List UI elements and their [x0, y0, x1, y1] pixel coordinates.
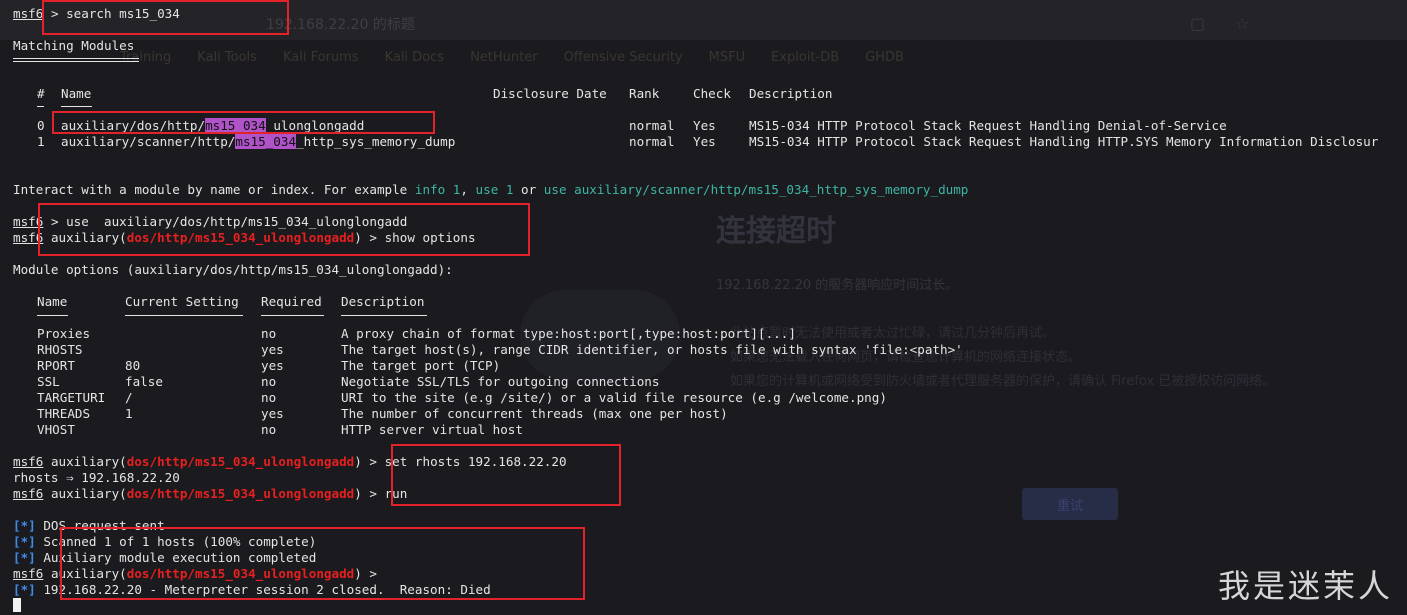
table-row-num: 0: [37, 118, 45, 133]
table-row-description: MS15-034 HTTP Protocol Stack Request Han…: [749, 134, 1379, 149]
ghost-bookmarks-bar: Training Kali Tools Kali Forums Kali Doc…: [120, 50, 904, 65]
status-line: [*] DOS request sent: [13, 518, 165, 533]
table-row-module[interactable]: auxiliary/dos/http/ms15_034_ulonglongadd: [61, 118, 364, 133]
option-description: The target host(s), range CIDR identifie…: [341, 342, 963, 357]
option-name: SSL: [37, 374, 60, 389]
ghost-error-message: 192.168.22.20 的服务器响应时间过长。: [716, 278, 959, 293]
matching-modules-title: Matching Modules: [13, 38, 135, 53]
option-name: TARGETURI: [37, 390, 106, 405]
option-name: Proxies: [37, 326, 91, 341]
option-setting: /: [125, 390, 133, 405]
search-command-line: msf6 > search ms15_034: [13, 6, 180, 22]
prompt: msf6: [13, 6, 44, 21]
ghost-error-tips: 此站点暂时无法使用或者太过忙碌，请过几分钟后再试。 如果您无法载入任何网页，请检…: [730, 322, 1275, 394]
option-name: RHOSTS: [37, 342, 83, 357]
hint-use-command: use 1: [475, 182, 514, 197]
set-rhosts-line: msf6 auxiliary(dos/http/ms15_034_ulonglo…: [13, 454, 567, 469]
table-header-check: Check: [693, 86, 731, 101]
option-setting: 1: [125, 406, 133, 421]
options-header-required: Required: [261, 294, 322, 309]
ghost-bookmark: Exploit-DB: [771, 50, 840, 65]
option-name: THREADS: [37, 406, 91, 421]
title-underline: [13, 58, 139, 59]
header-rule: [37, 106, 44, 107]
table-row-module[interactable]: auxiliary/scanner/http/ms15_034_http_sys…: [61, 134, 455, 149]
title-underline: [13, 61, 139, 62]
run-command: > run: [369, 486, 408, 501]
search-command: > search ms15_034: [50, 6, 180, 21]
show-options-command: > show options: [369, 230, 476, 245]
option-description: A proxy chain of format type:host:port[,…: [341, 326, 796, 341]
table-header-num: #: [37, 86, 45, 101]
search-match-highlight: ms15_034: [205, 118, 266, 133]
ghost-browser-toolbar: [0, 0, 1407, 40]
table-header-date: Disclosure Date: [493, 86, 607, 101]
option-required: no: [261, 326, 277, 341]
ghost-bookmark: Kali Tools: [197, 50, 257, 65]
option-required: yes: [261, 342, 284, 357]
option-required: no: [261, 374, 277, 389]
prompt-line: msf6 auxiliary(dos/http/ms15_034_ulonglo…: [13, 566, 377, 581]
header-rule: [261, 315, 324, 316]
module-options-title: Module options (auxiliary/dos/http/ms15_…: [13, 262, 453, 277]
rhosts-echo: rhosts ⇒ 192.168.22.20: [13, 470, 180, 485]
option-description: The target port (TCP): [341, 358, 501, 373]
table-row-description: MS15-034 HTTP Protocol Stack Request Han…: [749, 118, 1227, 133]
option-description: URI to the site (e.g /site/) or a valid …: [341, 390, 887, 405]
table-header-description: Description: [749, 86, 833, 101]
header-rule: [125, 315, 243, 316]
option-required: no: [261, 422, 277, 437]
ghost-bookmark: NetHunter: [470, 50, 538, 65]
status-line: [*] Auxiliary module execution completed: [13, 550, 317, 565]
ghost-bookmark: Kali Forums: [282, 50, 359, 65]
options-header-setting: Current Setting: [125, 294, 239, 309]
option-name: RPORT: [37, 358, 75, 373]
header-rule: [61, 106, 92, 107]
option-required: yes: [261, 406, 284, 421]
option-required: yes: [261, 358, 284, 373]
watermark: 我是迷茉人: [1217, 567, 1393, 605]
use-command: > use auxiliary/dos/http/ms15_034_ulongl…: [50, 214, 408, 229]
ghost-bookmark: MSFU: [708, 50, 746, 65]
table-row-num: 1: [37, 134, 45, 149]
option-setting: false: [125, 374, 163, 389]
header-rule: [37, 315, 68, 316]
options-header-description: Description: [341, 294, 425, 309]
module-path: dos/http/ms15_034_ulonglongadd: [126, 230, 355, 245]
run-line: msf6 auxiliary(dos/http/ms15_034_ulonglo…: [13, 486, 408, 501]
hint-use-path-command: use auxiliary/scanner/http/ms15_034_http…: [543, 182, 969, 197]
option-setting: 80: [125, 358, 141, 373]
status-line: [*] Scanned 1 of 1 hosts (100% complete): [13, 534, 317, 549]
table-row-rank: normal: [629, 118, 675, 133]
hint-info-command: info 1: [414, 182, 461, 197]
ghost-bookmark: Offensive Security: [563, 50, 683, 65]
header-rule: [341, 315, 427, 316]
status-marker: [*]: [13, 518, 36, 533]
session-closed-line: [*] 192.168.22.20 - Meterpreter session …: [13, 582, 491, 597]
table-header-name: Name: [61, 86, 92, 101]
table-header-rank: Rank: [629, 86, 660, 101]
table-row-rank: normal: [629, 134, 675, 149]
option-description: HTTP server virtual host: [341, 422, 523, 437]
show-options-line: msf6 auxiliary(dos/http/ms15_034_ulonglo…: [13, 230, 476, 245]
option-name: VHOST: [37, 422, 75, 437]
option-description: The number of concurrent threads (max on…: [341, 406, 728, 421]
options-header-name: Name: [37, 294, 68, 309]
use-command-line: msf6 > use auxiliary/dos/http/ms15_034_u…: [13, 214, 408, 229]
ghost-retry-button[interactable]: 重试: [1022, 488, 1118, 520]
terminal-cursor[interactable]: [13, 598, 21, 612]
ghost-bookmark: Kali Docs: [384, 50, 445, 65]
interact-hint: Interact with a module by name or index.…: [13, 182, 969, 197]
search-match-highlight: ms15_034: [235, 134, 297, 149]
set-rhosts-command: > set rhosts 192.168.22.20: [369, 454, 567, 469]
ghost-error-title: 连接超时: [716, 214, 836, 249]
ghost-bookmark: GHDB: [865, 50, 904, 65]
option-required: no: [261, 390, 277, 405]
table-row-check: Yes: [693, 134, 716, 149]
table-row-check: Yes: [693, 118, 716, 133]
option-description: Negotiate SSL/TLS for outgoing connectio…: [341, 374, 660, 389]
